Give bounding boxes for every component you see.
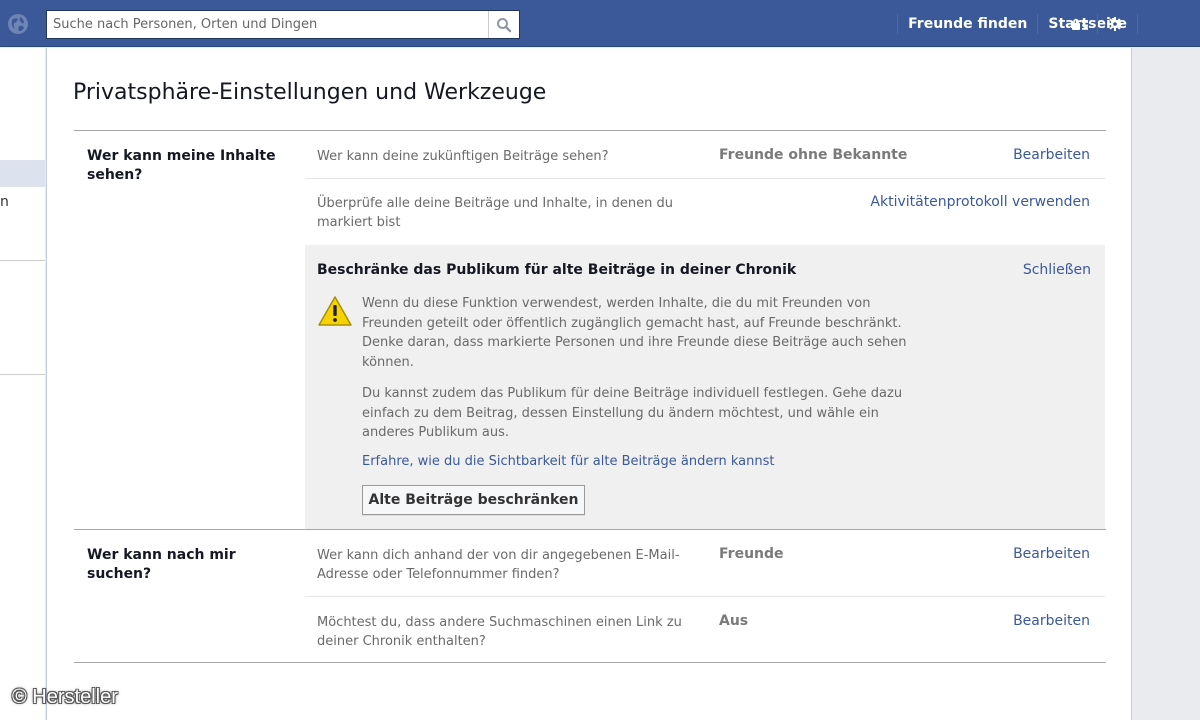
sidebar-item-selected[interactable]	[0, 160, 45, 187]
setting-question: Überprüfe alle deine Beiträge und Inhalt…	[317, 196, 673, 230]
setting-value: Freunde	[719, 546, 784, 562]
warning-icon	[318, 296, 352, 326]
section-label-content-visibility: Wer kann meine Inhalte sehen?	[87, 148, 276, 183]
nav-separator	[1097, 14, 1098, 34]
edit-future-posts-link[interactable]: Bearbeiten	[1013, 147, 1090, 163]
privacy-shortcuts-button[interactable]	[1070, 14, 1090, 34]
find-friends-link[interactable]: Freunde finden	[898, 12, 1037, 36]
nav-separator	[1137, 13, 1138, 34]
learn-more-link[interactable]: Erfahre, wie du die Sichtbarkeit für alt…	[362, 454, 774, 469]
copyright-watermark: © Hersteller	[12, 686, 118, 708]
setting-question: Wer kann deine zukünftigen Beiträge sehe…	[317, 149, 609, 164]
panel-paragraph: Wenn du diese Funktion verwendest, werde…	[362, 296, 907, 370]
edit-lookup-link[interactable]: Bearbeiten	[1013, 546, 1090, 562]
globe-icon[interactable]	[6, 12, 30, 36]
top-bar: Freunde finden Startseite	[0, 0, 1200, 47]
panel-paragraph: Du kannst zudem das Publikum für deine B…	[362, 386, 903, 440]
limit-old-posts-panel: Beschränke das Publikum für alte Beiträg…	[305, 245, 1105, 529]
sidebar-item-label[interactable]: n	[0, 194, 9, 210]
search-button[interactable]	[488, 11, 519, 38]
section-label-search: Wer kann nach mir suchen?	[87, 547, 236, 582]
privacy-shortcuts-icon	[1072, 18, 1088, 30]
setting-value: Freunde ohne Bekannte	[719, 147, 908, 163]
search-icon	[497, 17, 512, 32]
setting-question: Möchtest du, dass andere Suchmaschinen e…	[317, 615, 682, 649]
section-divider	[74, 662, 1106, 663]
page-title: Privatsphäre-Einstellungen und Werkzeuge	[73, 80, 547, 105]
setting-question: Wer kann dich anhand der von dir angegeb…	[317, 548, 680, 582]
settings-gear-icon	[1108, 17, 1122, 31]
setting-value: Aus	[719, 613, 749, 629]
limit-old-posts-button[interactable]: Alte Beiträge beschränken	[362, 485, 585, 515]
activity-log-link[interactable]: Aktivitätenprotokoll verwenden	[870, 194, 1090, 210]
row-divider	[305, 178, 1105, 179]
main-content: Privatsphäre-Einstellungen und Werkzeuge…	[46, 48, 1132, 720]
close-link[interactable]: Schließen	[1023, 262, 1091, 278]
panel-title: Beschränke das Publikum für alte Beiträg…	[317, 262, 797, 278]
edit-search-engines-link[interactable]: Bearbeiten	[1013, 613, 1090, 629]
row-divider	[305, 596, 1105, 597]
section-divider	[74, 130, 1106, 131]
settings-button[interactable]	[1105, 14, 1125, 34]
search-input[interactable]	[47, 11, 488, 38]
search-box	[46, 10, 520, 39]
sidebar-divider	[0, 374, 45, 375]
sidebar-divider	[0, 260, 45, 261]
top-nav: Freunde finden Startseite	[897, 0, 1138, 47]
section-divider	[74, 529, 1106, 530]
left-sidebar: n	[0, 48, 45, 720]
